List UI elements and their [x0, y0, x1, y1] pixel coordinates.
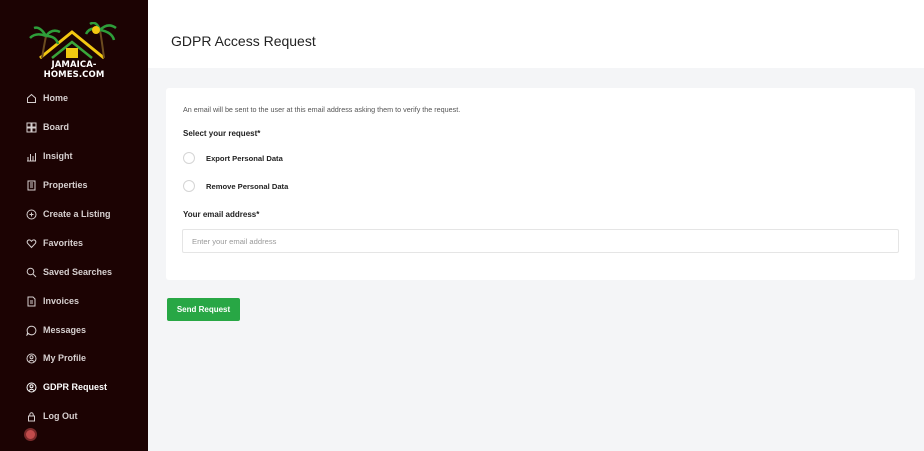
sidebar-item-label: GDPR Request	[43, 382, 108, 392]
gdpr-icon	[26, 382, 37, 393]
sidebar-item-create-listing[interactable]: Create a Listing	[0, 202, 148, 226]
chat-icon	[26, 325, 37, 336]
send-request-button[interactable]: Send Request	[167, 298, 240, 321]
radio-button[interactable]	[183, 152, 195, 164]
palm-tree-house-logo-icon	[29, 22, 117, 60]
option-label: Export Personal Data	[206, 153, 283, 163]
email-field[interactable]	[182, 229, 899, 253]
info-text: An email will be sent to the user at thi…	[183, 105, 461, 114]
sidebar-item-label: My Profile	[43, 353, 87, 363]
sidebar-item-label: Messages	[43, 325, 87, 335]
sidebar-item-favorites[interactable]: Favorites	[0, 231, 148, 255]
page-title: GDPR Access Request	[171, 33, 316, 49]
sidebar-item-insight[interactable]: Insight	[0, 144, 148, 168]
request-type-label: Select your request*	[183, 129, 261, 138]
sidebar-item-label: Home	[43, 93, 69, 103]
sidebar-item-label: Create a Listing	[43, 209, 111, 219]
radio-button[interactable]	[183, 180, 195, 192]
sidebar-item-home[interactable]: Home	[0, 86, 148, 110]
page-header: GDPR Access Request	[148, 0, 924, 68]
gdpr-form-card: An email will be sent to the user at thi…	[166, 88, 915, 280]
sidebar-item-log-out[interactable]: Log Out	[0, 404, 148, 428]
sidebar-item-invoices[interactable]: Invoices	[0, 289, 148, 313]
properties-icon	[26, 180, 37, 191]
sidebar-item-messages[interactable]: Messages	[0, 318, 148, 342]
sidebar-item-my-profile[interactable]: My Profile	[0, 346, 148, 370]
sidebar-item-label: Log Out	[43, 411, 78, 421]
logo-text: JAMAICA-HOMES.COM	[43, 60, 105, 80]
sidebar-item-label: Favorites	[43, 238, 84, 248]
site-logo[interactable]: JAMAICA-HOMES.COM	[22, 22, 126, 80]
board-icon	[26, 122, 37, 133]
sidebar-item-label: Invoices	[43, 296, 80, 306]
home-icon	[26, 93, 37, 104]
sidebar: JAMAICA-HOMES.COM Home Board Insight Pro…	[0, 0, 148, 451]
plus-circle-icon	[26, 209, 37, 220]
sidebar-item-gdpr-request[interactable]: GDPR Request	[0, 375, 148, 399]
notification-avatar[interactable]	[24, 428, 37, 441]
option-remove-personal-data[interactable]: Remove Personal Data	[183, 179, 288, 193]
sidebar-item-saved-searches[interactable]: Saved Searches	[0, 260, 148, 284]
sidebar-item-label: Saved Searches	[43, 267, 113, 277]
logout-icon	[26, 411, 37, 422]
sidebar-item-label: Board	[43, 122, 70, 132]
insight-icon	[26, 151, 37, 162]
sidebar-item-properties[interactable]: Properties	[0, 173, 148, 197]
heart-icon	[26, 238, 37, 249]
profile-icon	[26, 353, 37, 364]
sidebar-item-board[interactable]: Board	[0, 115, 148, 139]
sidebar-item-label: Properties	[43, 180, 88, 190]
option-export-personal-data[interactable]: Export Personal Data	[183, 151, 283, 165]
invoice-icon	[26, 296, 37, 307]
email-label: Your email address*	[183, 210, 260, 219]
sidebar-item-label: Insight	[43, 151, 73, 161]
option-label: Remove Personal Data	[206, 181, 289, 191]
search-icon	[26, 267, 37, 278]
